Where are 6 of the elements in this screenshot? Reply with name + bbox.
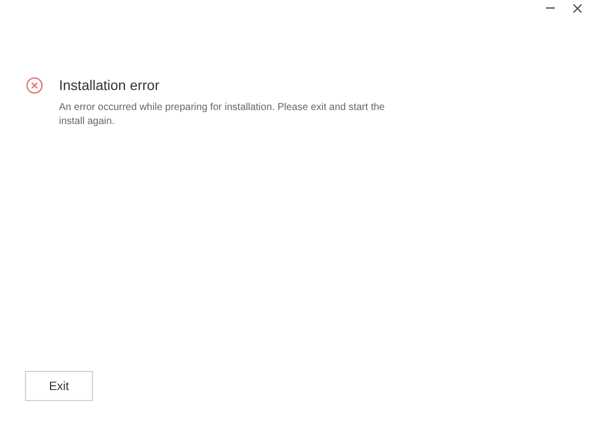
minimize-icon[interactable] [546,7,555,9]
error-title: Installation error [59,76,160,94]
error-icon [26,77,43,94]
exit-button[interactable]: Exit [25,371,93,401]
error-message: An error occurred while preparing for installation. Please exit and start the install again. [59,101,386,129]
close-icon[interactable] [573,4,582,12]
